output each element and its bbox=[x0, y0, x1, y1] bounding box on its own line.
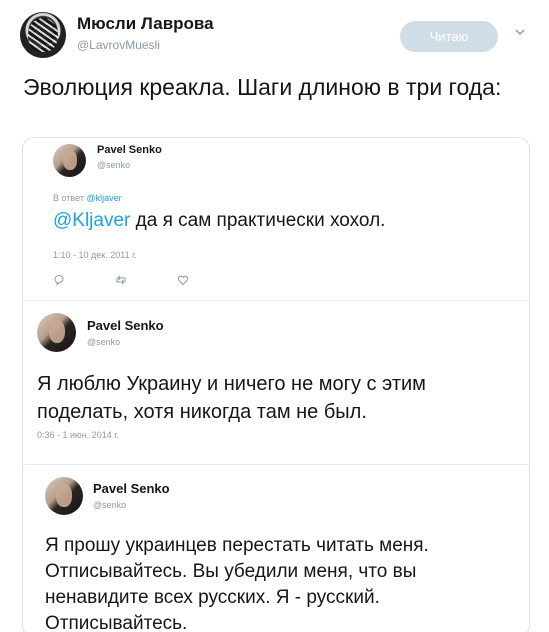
embedded-screenshot: Pavel Senko @senko В ответ @kljaver @Klj… bbox=[22, 137, 530, 632]
avatar bbox=[53, 144, 86, 177]
follow-button[interactable]: Читаю bbox=[400, 21, 498, 52]
embedded-tweet-body: да я сам практически хохол. bbox=[130, 210, 386, 231]
embedded-tweet-text: Я прошу украинцев перестать читать меня.… bbox=[45, 535, 429, 632]
embedded-author-name: Pavel Senko bbox=[93, 481, 170, 496]
tweet-actions bbox=[53, 274, 239, 290]
reply-icon bbox=[53, 274, 115, 290]
embedded-author-name: Pavel Senko bbox=[97, 144, 162, 156]
avatar bbox=[37, 313, 76, 352]
timestamp: 1:10 - 10 дек. 2011 г. bbox=[53, 250, 137, 260]
tweet-text: Эволюция креакла. Шаги длиною в три года… bbox=[23, 74, 502, 100]
retweet-icon bbox=[115, 274, 177, 290]
embedded-author-handle: @senko bbox=[93, 500, 127, 510]
reply-prefix: В ответ bbox=[53, 193, 84, 203]
tweet-header: Мюсли Лаврова @LavrovMuesli Читаю bbox=[0, 0, 549, 68]
chevron-down-icon[interactable] bbox=[512, 25, 528, 41]
reply-context: В ответ @kljaver bbox=[53, 193, 122, 203]
mention-link: @Kljaver bbox=[53, 210, 131, 231]
avatar[interactable] bbox=[20, 12, 66, 58]
timestamp: 0:36 - 1 июн. 2014 г. bbox=[37, 430, 119, 440]
embedded-author-name: Pavel Senko bbox=[87, 318, 164, 333]
embedded-author-handle: @senko bbox=[97, 160, 131, 170]
embedded-tweet-text: Я люблю Украину и ничего не могу с этим … bbox=[37, 373, 426, 423]
avatar bbox=[45, 477, 83, 515]
like-icon bbox=[177, 274, 239, 290]
author-handle[interactable]: @LavrovMuesli bbox=[77, 38, 160, 52]
embedded-tweet: Pavel Senko @senko В ответ @kljaver @Klj… bbox=[23, 138, 529, 296]
embedded-author-handle: @senko bbox=[87, 337, 121, 347]
embedded-tweet-text: @Kljaver да я сам практически хохол. bbox=[53, 210, 385, 232]
author-name[interactable]: Мюсли Лаврова bbox=[77, 14, 214, 34]
reply-mention: @kljaver bbox=[86, 193, 122, 203]
